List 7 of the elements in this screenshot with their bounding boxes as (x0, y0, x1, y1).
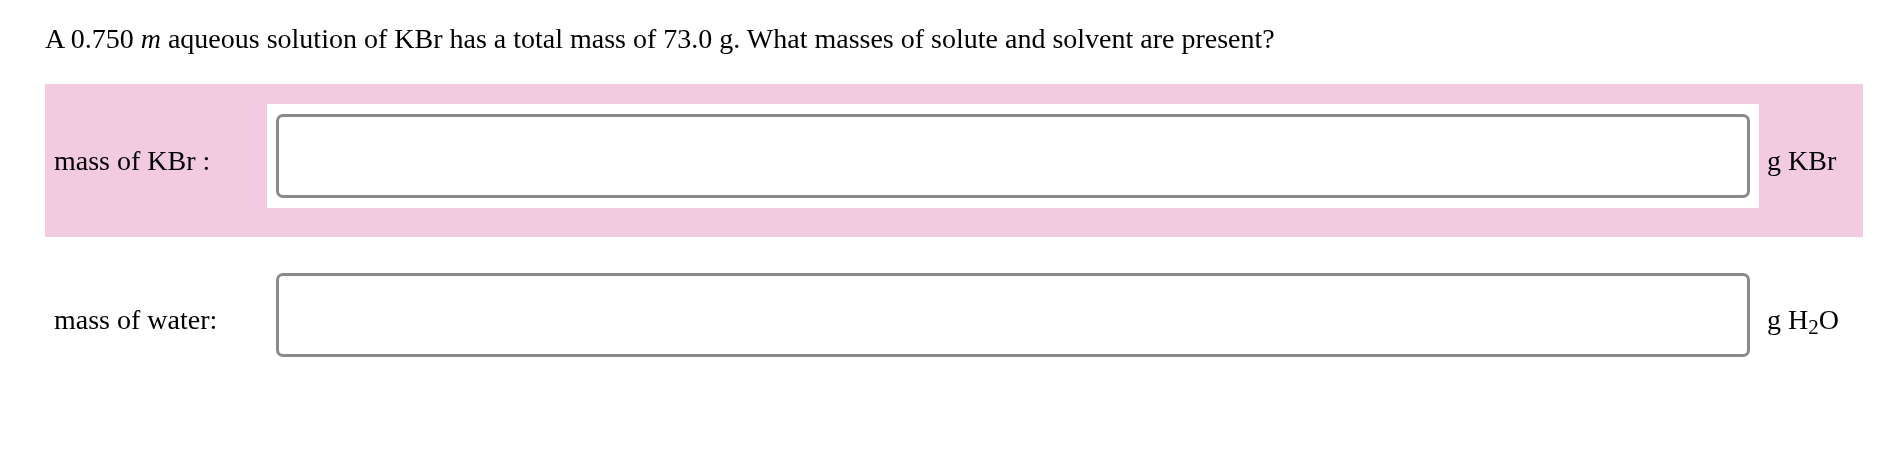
question-text: A 0.750 m aqueous solution of KBr has a total mass of 73.0 g. What masses of solute and solvent are present? (45, 22, 1276, 56)
answer-field[interactable] (276, 114, 1750, 198)
unit-label: g H$_{2}$O (1766, 302, 1840, 341)
unit-label: g KBr (1766, 143, 1838, 178)
field-label: mass of water: (53, 302, 219, 337)
field-label: mass of KBr : (53, 143, 212, 178)
answer-field[interactable] (276, 273, 1750, 357)
